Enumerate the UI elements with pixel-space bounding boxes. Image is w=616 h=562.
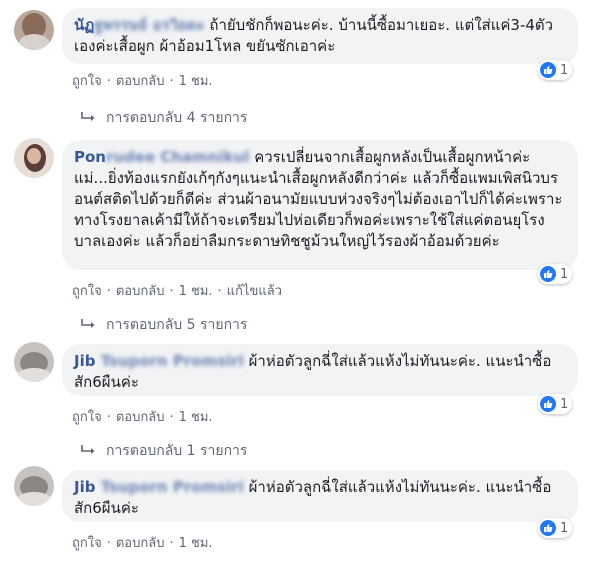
like-icon — [540, 266, 556, 282]
like-icon — [540, 62, 556, 78]
comment-actions: ถูกใจ · ตอบกลับ · 1 ชม. · แก้ไขแล้ว — [72, 284, 282, 299]
reaction-number: 1 — [560, 520, 569, 536]
avatar[interactable] — [14, 342, 54, 382]
timestamp[interactable]: 1 ชม. — [179, 536, 213, 551]
reply-arrow-icon — [81, 319, 95, 328]
avatar[interactable] — [14, 466, 54, 506]
timestamp[interactable]: 1 ชม. — [179, 410, 213, 425]
replies-label[interactable]: การตอบกลับ 4 รายการ — [106, 107, 247, 129]
view-replies[interactable]: การตอบกลับ 4 รายการ — [80, 107, 247, 129]
edited-label[interactable]: แก้ไขแล้ว — [227, 284, 282, 299]
reply-arrow-icon — [81, 112, 95, 121]
reply-link[interactable]: ตอบกลับ — [116, 284, 165, 299]
like-link[interactable]: ถูกใจ — [72, 284, 102, 299]
reaction-number: 1 — [560, 62, 569, 78]
reaction-number: 1 — [560, 266, 569, 282]
like-link[interactable]: ถูกใจ — [72, 536, 102, 551]
comment-actions: ถูกใจ · ตอบกลับ · 1 ชม. — [72, 536, 213, 551]
replies-label[interactable]: การตอบกลับ 1 รายการ — [106, 440, 247, 462]
like-link[interactable]: ถูกใจ — [72, 410, 102, 425]
comment-actions: ถูกใจ · ตอบกลับ · 1 ชม. — [72, 410, 213, 425]
avatar[interactable] — [14, 138, 54, 178]
replies-label[interactable]: การตอบกลับ 5 รายการ — [106, 314, 247, 336]
reaction-count[interactable]: 1 — [538, 264, 573, 284]
like-icon — [540, 396, 556, 412]
reply-arrow-icon — [81, 445, 95, 454]
timestamp[interactable]: 1 ชม. — [179, 284, 213, 299]
reaction-count[interactable]: 1 — [538, 394, 573, 414]
timestamp[interactable]: 1 ชม. — [179, 74, 213, 89]
like-link[interactable]: ถูกใจ — [72, 74, 102, 89]
comment-bubble: Ponrudee Chamnikul ควรเปลี่ยนจากเสื้อผูก… — [62, 140, 578, 270]
reply-link[interactable]: ตอบกลับ — [116, 536, 165, 551]
view-replies[interactable]: การตอบกลับ 1 รายการ — [80, 440, 247, 462]
author-name[interactable]: Jib Tsuporn Promsiri — [74, 352, 244, 370]
author-name[interactable]: Ponrudee Chamnikul — [74, 148, 249, 166]
like-icon — [540, 520, 556, 536]
reaction-number: 1 — [560, 396, 569, 412]
comment-actions: ถูกใจ · ตอบกลับ · 1 ชม. — [72, 74, 213, 89]
comment-bubble: Jib Tsuporn Promsiri ผ้าห่อตัวลูกฉี่ใส่แ… — [62, 344, 578, 396]
author-name[interactable]: นัฏฐพรรษย์ อรวิยดะ — [74, 16, 205, 34]
view-replies[interactable]: การตอบกลับ 5 รายการ — [80, 314, 247, 336]
reaction-count[interactable]: 1 — [538, 60, 573, 80]
comment-bubble: Jib Tsuporn Promsiri ผ้าห่อตัวลูกฉี่ใส่แ… — [62, 470, 578, 522]
author-name[interactable]: Jib Tsuporn Promsiri — [74, 478, 244, 496]
reaction-count[interactable]: 1 — [538, 518, 573, 538]
reply-link[interactable]: ตอบกลับ — [116, 410, 165, 425]
comment-bubble: นัฏฐพรรษย์ อรวิยดะ ถ้ายับชักก็พอนะค่ะ. บ… — [62, 8, 578, 64]
reply-link[interactable]: ตอบกลับ — [116, 74, 165, 89]
avatar[interactable] — [14, 10, 54, 50]
